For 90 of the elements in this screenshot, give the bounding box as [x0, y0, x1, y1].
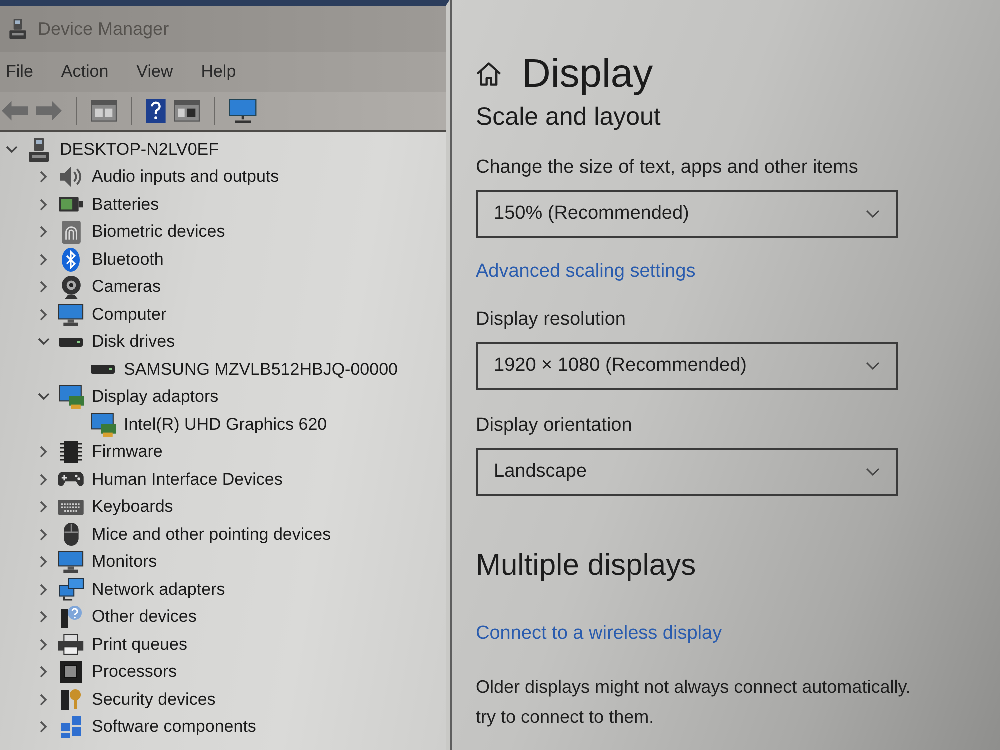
chevron-down-icon	[866, 468, 880, 476]
tree-item[interactable]: Intel(R) UHD Graphics 620	[124, 414, 328, 435]
chevron-down-icon[interactable]	[38, 338, 50, 346]
monitor-icon	[58, 304, 84, 326]
dropdown[interactable]: 150% (Recommended)	[476, 190, 898, 238]
menu-item[interactable]: Action	[55, 58, 119, 86]
tree-item[interactable]: DESKTOP-N2LV0EF	[60, 140, 220, 160]
chevron-right-icon[interactable]	[40, 556, 48, 568]
tree-item[interactable]: Audio inputs and outputs	[92, 167, 280, 188]
menu-item[interactable]: Help	[195, 58, 246, 86]
tree-item[interactable]: Computer	[92, 304, 167, 325]
window-icon[interactable]	[174, 100, 200, 122]
chevron-right-icon[interactable]	[40, 226, 48, 238]
link[interactable]: Connect to a wireless display	[476, 622, 722, 646]
display-adapter-icon	[90, 412, 116, 437]
tree-item[interactable]: SAMSUNG MZVLB512HBJQ-00000	[124, 360, 398, 380]
blocks-icon	[61, 716, 81, 738]
tree-item[interactable]: Other devices	[92, 607, 197, 628]
tree-item[interactable]: Print queues	[92, 634, 188, 655]
tree-item[interactable]: Batteries	[92, 194, 160, 215]
processor-icon	[60, 661, 82, 684]
display-adapter-icon	[58, 385, 84, 410]
tree-item[interactable]: Human Interface Devices	[92, 470, 283, 490]
mouse-icon	[64, 523, 78, 546]
tree-item[interactable]: Display adaptors	[92, 387, 219, 408]
page-title: Display	[522, 51, 654, 98]
fingerprint-reader-icon	[62, 220, 80, 244]
chevron-down-icon	[866, 362, 880, 370]
chevron-right-icon[interactable]	[40, 501, 48, 514]
chevron-right-icon[interactable]	[40, 528, 48, 541]
setting-label: Display orientation	[476, 414, 632, 438]
gamepad-icon	[58, 472, 84, 488]
tree-item[interactable]: Monitors	[92, 552, 158, 572]
tree-item[interactable]: Software components	[92, 717, 256, 738]
description-text: Older displays might not always connect automatically. try to connect to them.	[476, 676, 911, 729]
chevron-right-icon[interactable]	[40, 721, 48, 734]
setting-label: Display resolution	[476, 308, 626, 332]
network-icon	[58, 578, 84, 602]
section-heading: Scale and layout	[476, 102, 661, 132]
tree-item[interactable]: Keyboards	[92, 497, 174, 518]
chevron-right-icon[interactable]	[40, 611, 48, 624]
chevron-down-icon	[866, 210, 880, 218]
tree-item[interactable]: Biometric devices	[92, 222, 226, 242]
chevron-right-icon[interactable]	[40, 638, 48, 651]
tree-item[interactable]: Mice and other pointing devices	[92, 524, 332, 545]
setting-label: Change the size of text, apps and other items	[476, 156, 858, 180]
chip-icon	[60, 441, 82, 464]
chevron-right-icon[interactable]	[40, 446, 48, 458]
chevron-right-icon[interactable]	[40, 694, 48, 706]
section-heading: Multiple displays	[476, 548, 696, 584]
chevron-right-icon[interactable]	[40, 254, 48, 266]
drive-icon	[91, 365, 115, 374]
monitor-icon	[58, 551, 84, 574]
battery-icon	[59, 197, 83, 212]
link[interactable]: Advanced scaling settings	[476, 260, 696, 284]
key-icon	[61, 688, 81, 711]
menu-item[interactable]: File	[0, 58, 44, 86]
computer-icon	[8, 19, 28, 39]
tree-item[interactable]: Firmware	[92, 442, 163, 462]
help-icon[interactable]	[146, 99, 166, 123]
unknown-device-icon	[60, 606, 82, 628]
chevron-right-icon[interactable]	[40, 198, 48, 211]
tree-item[interactable]: Cameras	[92, 277, 161, 298]
bluetooth-icon	[62, 248, 80, 272]
webcam-icon	[62, 276, 80, 299]
chevron-right-icon[interactable]	[40, 308, 48, 321]
keyboard-icon	[58, 500, 84, 515]
tree-item[interactable]: Security devices	[92, 690, 216, 710]
tree-item[interactable]: Bluetooth	[92, 250, 164, 270]
menu-item[interactable]: View	[130, 58, 184, 86]
chevron-right-icon[interactable]	[40, 474, 48, 486]
home-icon[interactable]	[476, 62, 502, 86]
dropdown[interactable]: Landscape	[476, 448, 898, 496]
printer-icon	[58, 634, 84, 656]
drive-icon	[59, 338, 83, 347]
dropdown[interactable]: 1920 × 1080 (Recommended)	[476, 342, 898, 390]
tree-item[interactable]: Network adapters	[92, 580, 226, 600]
chevron-right-icon[interactable]	[40, 666, 48, 678]
chevron-right-icon[interactable]	[40, 584, 48, 596]
chevron-down-icon[interactable]	[38, 393, 50, 402]
tree-item[interactable]: Disk drives	[92, 332, 176, 352]
chevron-right-icon[interactable]	[40, 281, 48, 294]
speaker-icon	[60, 166, 82, 188]
window-icon[interactable]	[91, 100, 117, 122]
chevron-down-icon[interactable]	[6, 146, 18, 154]
tree-item[interactable]: Processors	[92, 662, 178, 682]
chevron-right-icon[interactable]	[40, 171, 48, 184]
computer-icon	[27, 138, 51, 162]
monitor-icon[interactable]	[229, 99, 257, 123]
window-title: Device Manager	[38, 18, 170, 40]
